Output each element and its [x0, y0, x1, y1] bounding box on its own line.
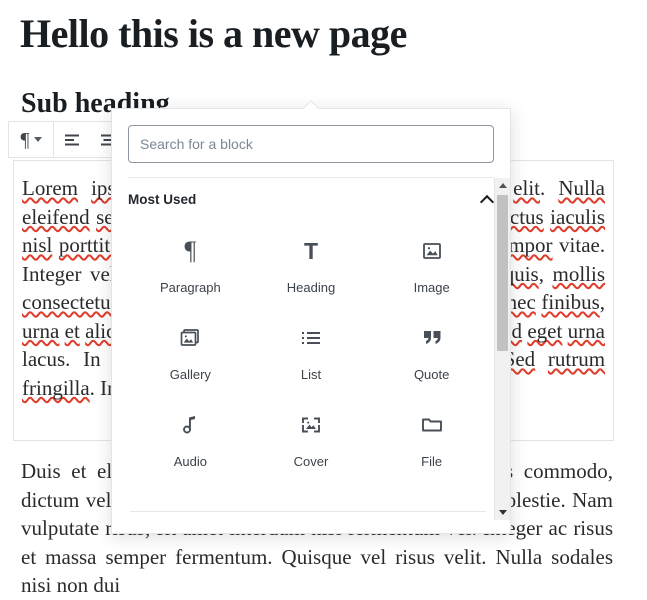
- block-item-heading[interactable]: T Heading: [251, 224, 372, 311]
- block-item-label: Heading: [286, 280, 336, 295]
- inserter-search-wrapper: [112, 109, 510, 177]
- page-title[interactable]: Hello this is a new page: [20, 10, 407, 57]
- panel-header-most-used[interactable]: Most Used: [128, 178, 494, 220]
- search-input[interactable]: [128, 125, 494, 163]
- block-item-label: Gallery: [169, 367, 211, 382]
- paragraph-icon: ¶: [20, 128, 30, 151]
- heading-icon: T: [303, 237, 319, 264]
- block-item-label: File: [421, 454, 443, 469]
- paragraph-icon: ¶: [184, 236, 197, 265]
- block-item-label: Image: [413, 280, 450, 295]
- panel-title: Most Used: [128, 191, 197, 207]
- align-left-icon: [65, 134, 79, 145]
- popover-arrow: [302, 100, 320, 109]
- scroll-up-arrow-icon[interactable]: [495, 178, 510, 193]
- block-item-label: Paragraph: [159, 280, 221, 295]
- block-item-quote[interactable]: Quote: [371, 311, 492, 398]
- block-item-gallery[interactable]: Gallery: [130, 311, 251, 398]
- block-item-audio[interactable]: Audio: [130, 398, 251, 485]
- block-item-cover[interactable]: Cover: [251, 398, 372, 485]
- inserter-scroll-region: Most Used ¶ Paragraph T Heading Image Ga…: [112, 178, 510, 520]
- block-item-label: Quote: [413, 367, 450, 382]
- gallery-icon: [178, 323, 202, 353]
- block-toolbar[interactable]: ¶: [8, 121, 127, 158]
- list-icon: [299, 323, 323, 353]
- block-item-image[interactable]: Image: [371, 224, 492, 311]
- block-item-paragraph[interactable]: ¶ Paragraph: [130, 224, 251, 311]
- block-item-file[interactable]: File: [371, 398, 492, 485]
- block-item-label: Cover: [293, 454, 329, 469]
- block-item-label: List: [300, 367, 322, 382]
- block-item-list[interactable]: List: [251, 311, 372, 398]
- block-type-button[interactable]: ¶: [9, 122, 53, 157]
- align-left-button[interactable]: [54, 122, 90, 157]
- file-icon: [420, 410, 444, 440]
- quote-icon: [420, 323, 444, 353]
- cover-icon: [300, 410, 322, 440]
- toolbar-group-block-type: ¶: [9, 122, 54, 157]
- chevron-up-icon[interactable]: [480, 192, 494, 206]
- scrollbar-thumb[interactable]: [497, 195, 508, 351]
- inserter-scrollbar[interactable]: [494, 178, 510, 520]
- block-type-grid: ¶ Paragraph T Heading Image Gallery List…: [112, 220, 510, 485]
- audio-icon: [180, 410, 200, 440]
- image-icon: [421, 236, 443, 266]
- chevron-down-icon: [33, 137, 42, 142]
- grid-bottom-divider: [130, 511, 486, 512]
- block-item-label: Audio: [173, 454, 207, 469]
- scroll-down-arrow-icon[interactable]: [495, 505, 510, 520]
- block-inserter-popover[interactable]: Most Used ¶ Paragraph T Heading: [111, 108, 511, 534]
